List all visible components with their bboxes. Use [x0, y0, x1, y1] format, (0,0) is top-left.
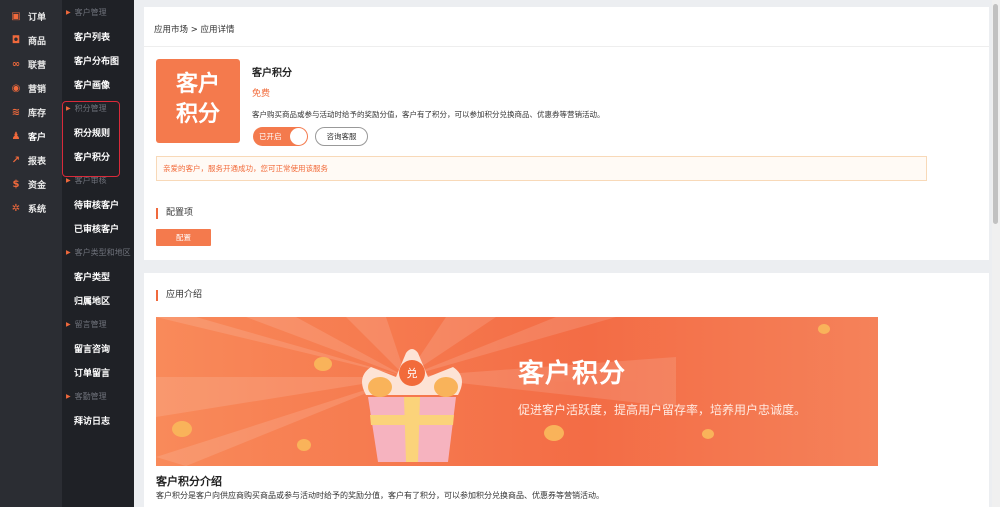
sub-item-customer-points[interactable]: 客户积分 — [62, 144, 134, 168]
chart-icon: ↗ — [11, 154, 21, 166]
broadcast-icon: ◉ — [11, 82, 21, 94]
app-logo-line2: 积分 — [175, 102, 220, 127]
consult-service-button[interactable]: 咨询客服 — [315, 127, 368, 146]
bag-icon: ◘ — [11, 34, 21, 46]
order-icon: ▣ — [11, 10, 21, 22]
group-label: 积分管理 — [74, 103, 107, 113]
sub-item-order-message[interactable]: 订单留言 — [62, 360, 134, 384]
nav-item-report[interactable]: ↗ 报表 — [0, 148, 62, 172]
config-button[interactable]: 配置 — [156, 229, 211, 246]
caret-right-icon: ▶ — [66, 248, 71, 256]
group-label: 客户管理 — [74, 7, 107, 17]
group-label: 客勤管理 — [74, 391, 107, 401]
banner-subtitle: 促进客户活跃度，提高用户留存率，培养用户忠诚度。 — [518, 403, 807, 417]
layers-icon: ≋ — [11, 106, 21, 118]
caret-right-icon: ▶ — [66, 392, 71, 400]
app-root: ▣ 订单 ◘ 商品 ∞ 联营 ◉ 营销 ≋ 库存 ♟ 客户 ↗ 报表 $ 资金 ✲ 系统 ▶ 客户管… — [0, 0, 1000, 507]
app-intro-card: 应用介绍 兑 客户积分 促进客户活跃度，提高用户留存率，培养用户忠诚度。 客户积… — [144, 273, 989, 507]
nav-item-customer[interactable]: ♟ 客户 — [0, 124, 62, 148]
group-header-type-region[interactable]: ▶ 客户类型和地区 — [62, 240, 134, 264]
sub-item-customer-portrait[interactable]: 客户画像 — [62, 72, 134, 96]
app-description: 客户购买商品或参与活动时给予的奖励分值，客户有了积分，可以参加积分兑换商品、优惠… — [252, 110, 605, 119]
sub-item-reviewed[interactable]: 已审核客户 — [62, 216, 134, 240]
intro-text: 客户积分是客户向供应商购买商品或参与活动时给予的奖励分值，客户有了积分，可以参加… — [156, 491, 604, 500]
nav-item-order[interactable]: ▣ 订单 — [0, 4, 62, 28]
coin-glyph: 兑 — [407, 366, 418, 380]
secondary-sidebar: ▶ 客户管理 客户列表 客户分布图 客户画像 ▶ 积分管理 积分规则 客户积分 ▶ 客… — [62, 0, 134, 507]
group-header-points-mgmt[interactable]: ▶ 积分管理 — [62, 96, 134, 120]
primary-sidebar: ▣ 订单 ◘ 商品 ∞ 联营 ◉ 营销 ≋ 库存 ♟ 客户 ↗ 报表 $ 资金 ✲ 系统 — [0, 0, 62, 507]
banner-title: 客户积分 — [518, 359, 627, 389]
config-section-title: 配置项 — [156, 208, 193, 219]
group-label: 客户审核 — [74, 175, 107, 185]
caret-right-icon: ▶ — [66, 8, 71, 16]
app-logo-line1: 客户 — [175, 72, 220, 97]
nav-label: 营销 — [28, 84, 47, 95]
group-label: 留言管理 — [74, 319, 107, 329]
app-logo: 客户 积分 — [156, 59, 240, 143]
app-name: 客户积分 — [252, 68, 292, 79]
nav-label: 系统 — [28, 204, 47, 215]
nav-item-marketing[interactable]: ◉ 营销 — [0, 76, 62, 100]
banner-illustration: 兑 — [156, 317, 830, 466]
toggle-label: 已开启 — [259, 132, 282, 141]
toggle-knob — [290, 128, 307, 145]
sub-item-points-rules[interactable]: 积分规则 — [62, 120, 134, 144]
gear-icon: ✲ — [11, 202, 21, 214]
user-icon: ♟ — [11, 130, 21, 142]
nav-label: 商品 — [28, 36, 47, 47]
sub-item-visit-log[interactable]: 拜访日志 — [62, 408, 134, 432]
enable-toggle[interactable]: 已开启 — [253, 127, 308, 146]
nav-item-funds[interactable]: $ 资金 — [0, 172, 62, 196]
divider — [144, 46, 989, 47]
nav-label: 联营 — [28, 60, 47, 71]
nav-label: 报表 — [28, 156, 47, 167]
intro-section-title: 应用介绍 — [156, 290, 202, 301]
nav-label: 订单 — [28, 12, 47, 23]
breadcrumb[interactable]: 应用市场 > 应用详情 — [154, 23, 235, 35]
share-icon: ∞ — [11, 58, 21, 70]
sub-item-customer-map[interactable]: 客户分布图 — [62, 48, 134, 72]
caret-right-icon: ▶ — [66, 104, 71, 112]
intro-title: 客户积分介绍 — [156, 475, 222, 488]
caret-right-icon: ▶ — [66, 320, 71, 328]
scrollbar-thumb[interactable] — [993, 4, 998, 224]
group-header-customer-review[interactable]: ▶ 客户审核 — [62, 168, 134, 192]
nav-label: 客户 — [28, 132, 47, 143]
nav-label: 资金 — [28, 180, 47, 191]
nav-item-stock[interactable]: ≋ 库存 — [0, 100, 62, 124]
nav-label: 库存 — [28, 108, 47, 119]
app-price: 免费 — [252, 89, 271, 99]
intro-banner: 兑 客户积分 促进客户活跃度，提高用户留存率，培养用户忠诚度。 — [156, 317, 878, 466]
sub-item-region[interactable]: 归属地区 — [62, 288, 134, 312]
dollar-icon: $ — [12, 178, 20, 190]
nav-item-system[interactable]: ✲ 系统 — [0, 196, 62, 220]
success-notice: 亲爱的客户，服务开通成功，您可正常使用该服务 — [156, 156, 927, 181]
nav-item-goods[interactable]: ◘ 商品 — [0, 28, 62, 52]
group-header-messages[interactable]: ▶ 留言管理 — [62, 312, 134, 336]
caret-right-icon: ▶ — [66, 176, 71, 184]
sub-item-pending-review[interactable]: 待审核客户 — [62, 192, 134, 216]
sub-item-customer-type[interactable]: 客户类型 — [62, 264, 134, 288]
sub-item-customer-list[interactable]: 客户列表 — [62, 24, 134, 48]
group-header-customer-mgmt[interactable]: ▶ 客户管理 — [62, 0, 134, 24]
group-header-visits[interactable]: ▶ 客勤管理 — [62, 384, 134, 408]
nav-item-union[interactable]: ∞ 联营 — [0, 52, 62, 76]
group-label: 客户类型和地区 — [74, 247, 131, 257]
app-detail-card: 应用市场 > 应用详情 客户 积分 客户积分 免费 客户购买商品或参与活动时给予… — [144, 7, 989, 260]
sub-item-message-inquiry[interactable]: 留言咨询 — [62, 336, 134, 360]
